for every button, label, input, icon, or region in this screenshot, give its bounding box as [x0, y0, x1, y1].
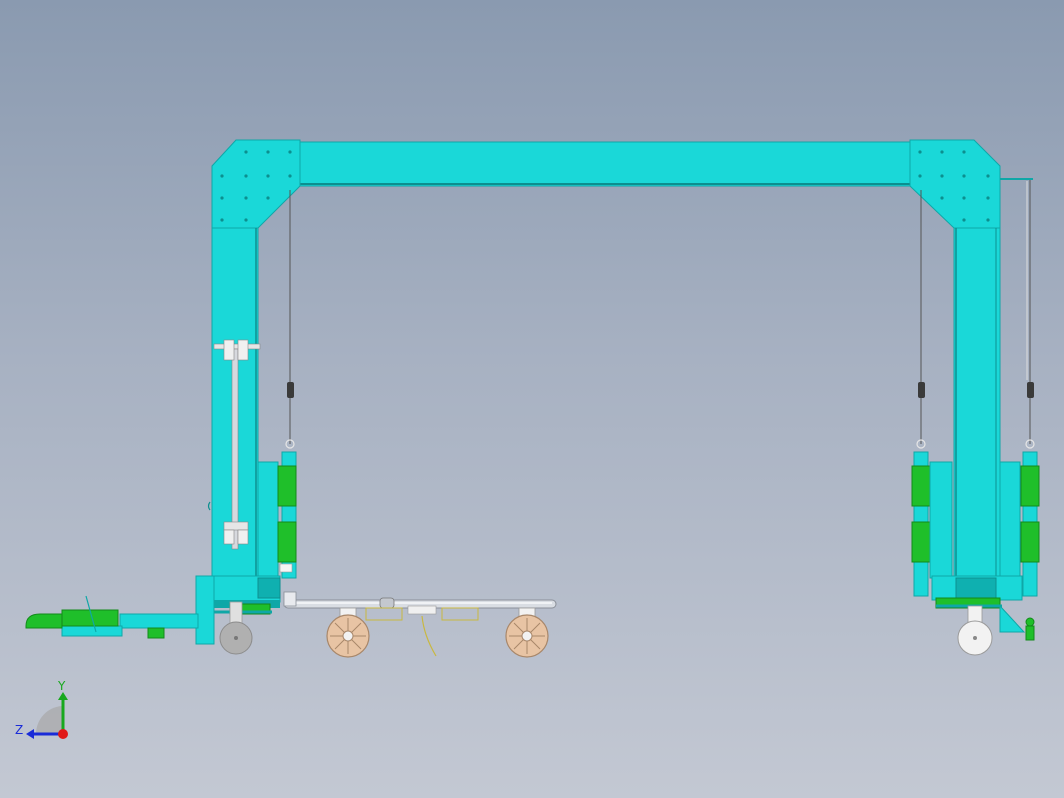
right-castor-wheel	[957, 605, 993, 656]
z-axis-label: Z	[15, 723, 23, 737]
cart-wheel-left	[326, 607, 370, 658]
left-corner-plate	[211, 139, 301, 229]
origin-dot	[58, 729, 68, 739]
right-corner-plate	[909, 139, 1001, 229]
left-lift-assembly	[257, 451, 297, 579]
gantry-frame[interactable]	[211, 139, 1001, 579]
right-outer-lift-assembly	[999, 451, 1040, 597]
top-beam	[295, 141, 917, 187]
hoist-cables	[289, 178, 1033, 444]
hook-rings	[285, 439, 1035, 449]
cad-viewport[interactable]: Y Z	[0, 0, 1064, 798]
counter-weights	[287, 382, 1034, 398]
right-column	[953, 227, 1001, 579]
y-axis-label: Y	[57, 679, 66, 693]
coordinate-triad: Y Z	[15, 679, 68, 739]
right-inner-lift-assembly	[911, 451, 953, 597]
cart-wheel-right	[505, 607, 549, 658]
